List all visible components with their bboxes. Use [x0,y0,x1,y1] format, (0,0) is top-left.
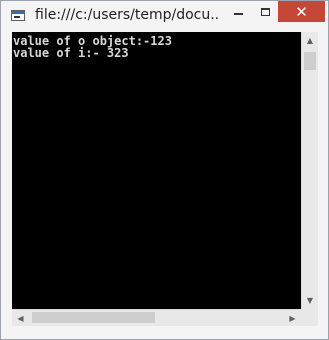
console-output[interactable]: value of o object:-123 value of i:- 323 [12,32,301,309]
close-icon: ✕ [295,2,308,21]
console-window: file:///c:/users/temp/docu... ✕ value of… [0,0,329,340]
window-title: file:///c:/users/temp/docu... [35,7,220,23]
close-button[interactable]: ✕ [278,1,325,22]
console-line: value of i:- 323 [13,46,129,60]
minimize-icon [233,12,243,15]
horizontal-scrollbar[interactable]: ◀ ▶ [12,309,301,326]
vertical-scroll-thumb[interactable] [304,52,316,70]
scroll-down-icon[interactable]: ▼ [302,292,318,309]
scroll-right-icon[interactable]: ▶ [284,310,301,326]
vertical-scrollbar[interactable]: ▲ ▼ [301,32,318,309]
console-app-icon[interactable] [11,10,25,21]
scroll-up-icon[interactable]: ▲ [302,32,318,49]
title-bar[interactable]: file:///c:/users/temp/docu... ✕ [1,1,328,32]
scroll-left-icon[interactable]: ◀ [12,310,29,326]
maximize-button[interactable] [252,1,278,22]
window-bottom-border[interactable] [1,326,328,339]
minimize-button[interactable] [225,1,251,22]
horizontal-scroll-thumb[interactable] [32,312,155,323]
maximize-icon [260,7,270,16]
scrollbar-corner [301,309,318,326]
